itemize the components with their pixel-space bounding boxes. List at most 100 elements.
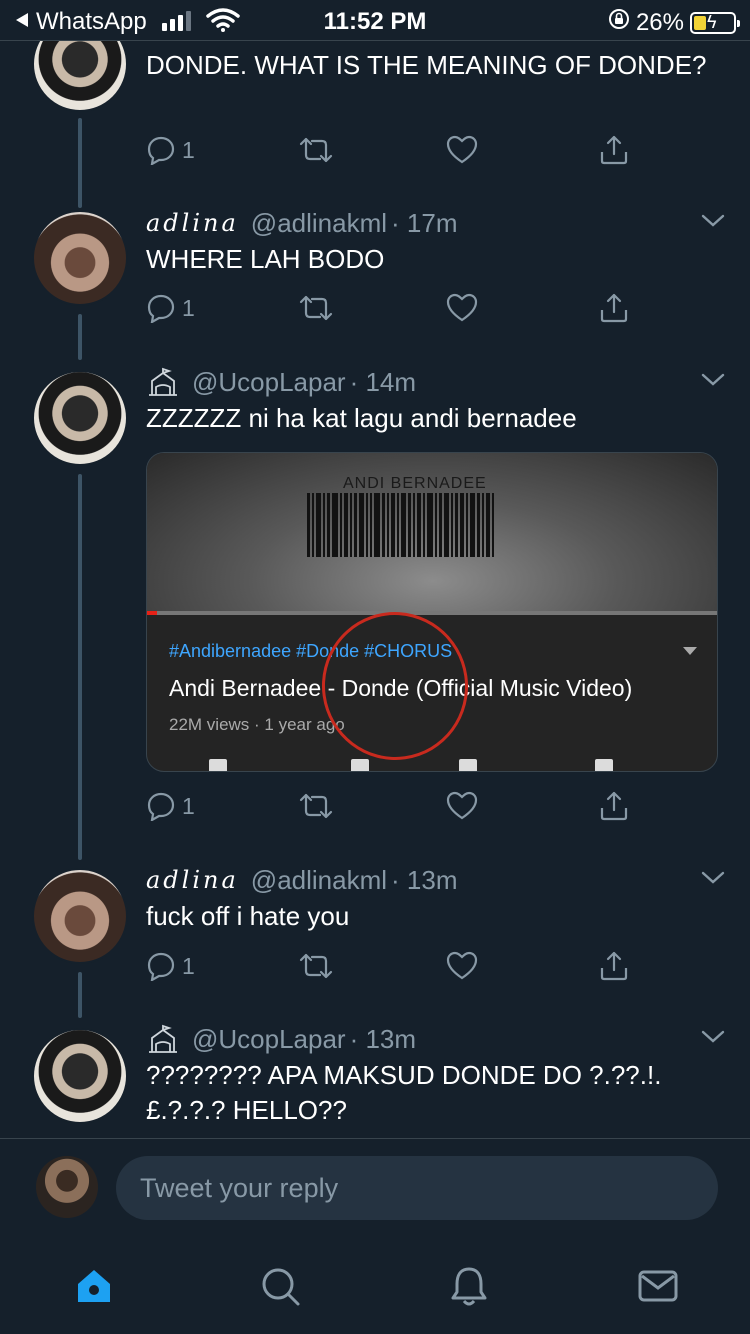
- tab-messages[interactable]: [636, 1264, 680, 1308]
- thread-line: [78, 314, 82, 360]
- like-button[interactable]: [446, 951, 478, 981]
- handle[interactable]: @adlinakml: [251, 208, 387, 239]
- display-name[interactable]: adlina: [146, 866, 239, 894]
- retweet-icon: [299, 137, 333, 163]
- tweet-actions: 1: [146, 948, 646, 984]
- retweet-button[interactable]: [298, 951, 334, 981]
- chevron-down-icon[interactable]: [700, 869, 726, 887]
- heart-icon: [446, 951, 478, 980]
- tab-home[interactable]: [72, 1264, 116, 1308]
- video-meta: 22M views · 1 year ago: [169, 715, 345, 734]
- tab-search[interactable]: [258, 1264, 302, 1308]
- tweet-actions: 1: [146, 132, 646, 168]
- thread-line: [78, 118, 82, 208]
- share-button[interactable]: [598, 950, 630, 982]
- tweet[interactable]: @UcopLapar · 14m ZZZZZZ ni ha kat lagu a…: [146, 365, 726, 436]
- thumbnail-text: ANDI BERNADEE: [343, 475, 487, 492]
- like-button[interactable]: [446, 293, 478, 323]
- reply-button[interactable]: 1: [146, 135, 195, 165]
- chevron-down-icon[interactable]: [700, 371, 726, 389]
- like-button[interactable]: [446, 135, 478, 165]
- chevron-down-icon[interactable]: [700, 1028, 726, 1046]
- avatar[interactable]: [32, 210, 128, 306]
- tweet[interactable]: adlina @adlinakml · 17m WHERE LAH BODO: [146, 206, 726, 277]
- messages-icon: [638, 1270, 678, 1302]
- tweet-text: DONDE. WHAT IS THE MEANING OF DONDE?: [146, 50, 707, 80]
- tweet-actions: 1: [146, 290, 646, 326]
- reply-icon: [147, 294, 175, 323]
- orientation-lock-icon: [608, 8, 630, 37]
- status-divider: [0, 40, 750, 41]
- tab-notifications[interactable]: [447, 1264, 491, 1308]
- reply-count: 1: [182, 952, 195, 979]
- reply-input[interactable]: [116, 1156, 718, 1220]
- handle[interactable]: @adlinakml: [251, 865, 387, 896]
- video-thumbnail[interactable]: ANDI BERNADEE: [147, 453, 717, 613]
- retweet-icon: [299, 295, 333, 321]
- dislike-video-icon[interactable]: [351, 759, 369, 771]
- save-video-icon[interactable]: [459, 759, 477, 771]
- timestamp: · 14m: [349, 366, 417, 397]
- tab-bar: [0, 1250, 750, 1334]
- chevron-down-icon[interactable]: [700, 212, 726, 230]
- reply-button[interactable]: 1: [146, 791, 195, 821]
- tweet-text: ???????? APA MAKSUD DONDE DO ?.??.!. £.?…: [146, 1060, 662, 1125]
- retweet-button[interactable]: [298, 293, 334, 323]
- share-button[interactable]: [598, 790, 630, 822]
- reply-count: 1: [182, 294, 195, 321]
- reply-button[interactable]: 1: [146, 951, 195, 981]
- reply-count: 1: [182, 792, 195, 819]
- notifications-icon: [451, 1267, 487, 1306]
- display-name[interactable]: adlina: [146, 209, 239, 237]
- tweet[interactable]: adlina @adlinakml · 13m fuck off i hate …: [146, 863, 726, 934]
- circus-tent-icon: [149, 1024, 177, 1053]
- barcode-graphic: [307, 493, 543, 557]
- circus-tent-icon: [149, 367, 177, 396]
- tweet-actions: 1: [146, 788, 646, 824]
- tweet-text: fuck off i hate you: [146, 901, 350, 931]
- retweet-icon: [299, 793, 333, 819]
- avatar[interactable]: [32, 1028, 128, 1124]
- share-video-icon[interactable]: [595, 759, 613, 771]
- share-icon: [600, 951, 628, 981]
- share-icon: [600, 791, 628, 821]
- tweet-text: ZZZZZZ ni ha kat lagu andi bernadee: [146, 403, 577, 433]
- share-button[interactable]: [598, 292, 630, 324]
- tweet[interactable]: @UcopLapar · 13m ???????? APA MAKSUD DON…: [146, 1022, 726, 1128]
- like-video-icon[interactable]: [209, 759, 227, 771]
- timestamp: · 13m: [349, 1023, 417, 1054]
- share-icon: [600, 293, 628, 323]
- reply-button[interactable]: 1: [146, 293, 195, 323]
- retweet-button[interactable]: [298, 135, 334, 165]
- reply-icon: [147, 952, 175, 981]
- retweet-button[interactable]: [298, 791, 334, 821]
- my-avatar[interactable]: [36, 1156, 98, 1218]
- like-button[interactable]: [446, 791, 478, 821]
- heart-icon: [446, 791, 478, 820]
- thread-line: [78, 474, 82, 860]
- share-button[interactable]: [598, 134, 630, 166]
- tweet[interactable]: DONDE. WHAT IS THE MEANING OF DONDE?: [146, 46, 726, 83]
- battery-percent: 26%: [635, 8, 684, 36]
- status-bar: WhatsApp 11:52 PM 26% ϟ: [0, 0, 750, 40]
- handle[interactable]: @UcopLapar: [192, 1024, 346, 1055]
- reply-icon: [147, 136, 175, 165]
- search-icon: [262, 1268, 300, 1306]
- battery-icon: ϟ: [690, 11, 740, 34]
- retweet-icon: [299, 953, 333, 979]
- heart-icon: [446, 293, 478, 322]
- timestamp: · 13m: [391, 864, 458, 895]
- reply-icon: [147, 792, 175, 821]
- dropdown-caret-icon[interactable]: [683, 647, 697, 655]
- reply-count: 1: [182, 136, 195, 163]
- heart-icon: [446, 135, 478, 164]
- avatar[interactable]: [32, 370, 128, 466]
- video-action-icons: [147, 759, 717, 771]
- handle[interactable]: @UcopLapar: [192, 367, 346, 398]
- timestamp: · 17m: [391, 207, 458, 238]
- home-icon: [78, 1270, 110, 1302]
- avatar[interactable]: [32, 868, 128, 964]
- video-progress-bar[interactable]: [147, 611, 717, 615]
- tweet-text: WHERE LAH BODO: [146, 244, 385, 274]
- thread-line: [78, 972, 82, 1018]
